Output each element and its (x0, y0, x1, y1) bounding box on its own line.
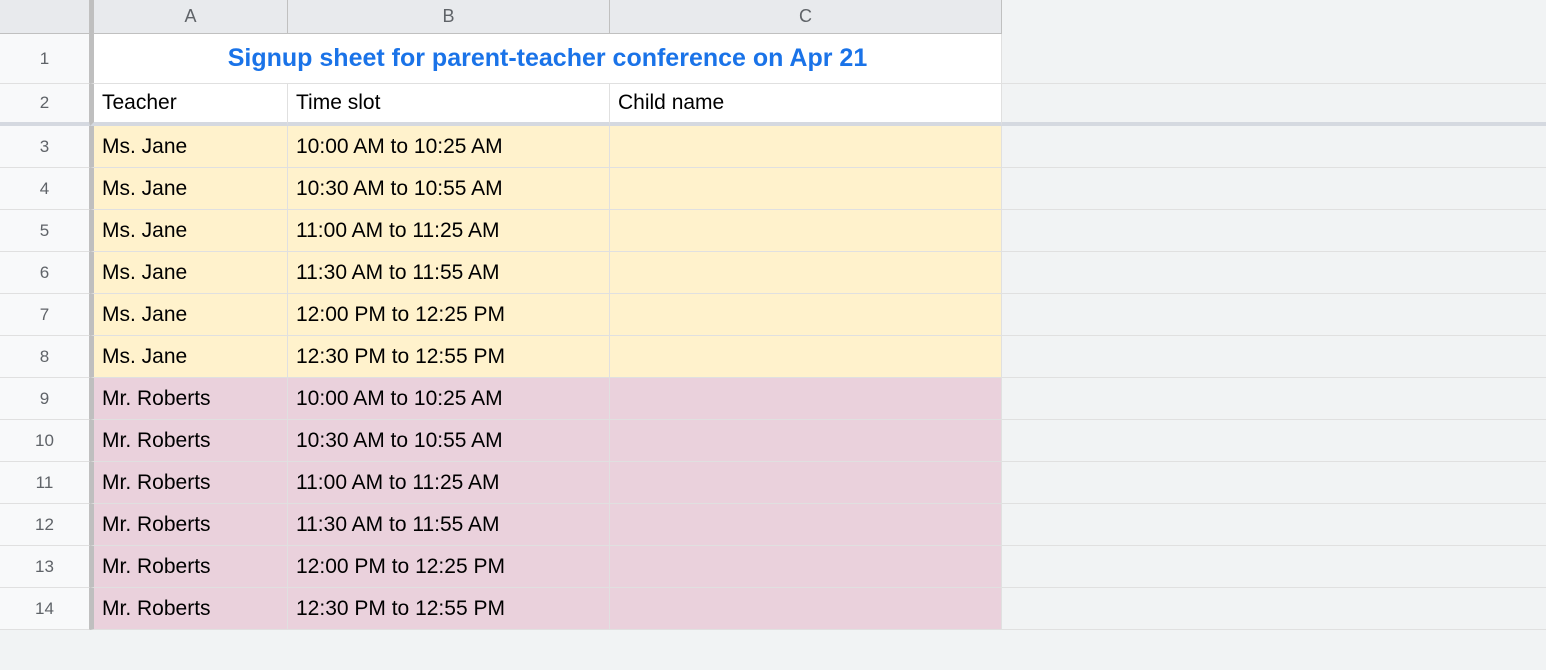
cell-b13[interactable]: 12:00 PM to 12:25 PM (288, 546, 610, 588)
empty-right-10 (1002, 420, 1546, 462)
cell-a13[interactable]: Mr. Roberts (90, 546, 288, 588)
cell-c6[interactable] (610, 252, 1002, 294)
row-header-8[interactable]: 8 (0, 336, 90, 378)
cell-c5[interactable] (610, 210, 1002, 252)
cell-c13[interactable] (610, 546, 1002, 588)
row-header-2[interactable]: 2 (0, 84, 90, 126)
empty-right-3 (1002, 126, 1546, 168)
cell-b14[interactable]: 12:30 PM to 12:55 PM (288, 588, 610, 630)
cell-c7[interactable] (610, 294, 1002, 336)
row-header-14[interactable]: 14 (0, 588, 90, 630)
cell-a5[interactable]: Ms. Jane (90, 210, 288, 252)
empty-right-12 (1002, 504, 1546, 546)
cell-a8[interactable]: Ms. Jane (90, 336, 288, 378)
cell-b4[interactable]: 10:30 AM to 10:55 AM (288, 168, 610, 210)
row-header-7[interactable]: 7 (0, 294, 90, 336)
title-cell[interactable]: Signup sheet for parent-teacher conferen… (90, 34, 1002, 84)
cell-b3[interactable]: 10:00 AM to 10:25 AM (288, 126, 610, 168)
col-header-a[interactable]: A (90, 0, 288, 34)
cell-b11[interactable]: 11:00 AM to 11:25 AM (288, 462, 610, 504)
row-header-12[interactable]: 12 (0, 504, 90, 546)
col-header-b[interactable]: B (288, 0, 610, 34)
cell-a10[interactable]: Mr. Roberts (90, 420, 288, 462)
cell-c9[interactable] (610, 378, 1002, 420)
empty-right-13 (1002, 546, 1546, 588)
row-header-4[interactable]: 4 (0, 168, 90, 210)
cell-b8[interactable]: 12:30 PM to 12:55 PM (288, 336, 610, 378)
cell-b2[interactable]: Time slot (288, 84, 610, 126)
cell-c8[interactable] (610, 336, 1002, 378)
cell-a2[interactable]: Teacher (90, 84, 288, 126)
cell-a6[interactable]: Ms. Jane (90, 252, 288, 294)
empty-right-9 (1002, 378, 1546, 420)
cell-b7[interactable]: 12:00 PM to 12:25 PM (288, 294, 610, 336)
spreadsheet-grid: A B C 1 Signup sheet for parent-teacher … (0, 0, 1546, 630)
empty-right-6 (1002, 252, 1546, 294)
empty-right-1 (1002, 34, 1546, 84)
corner-cell[interactable] (0, 0, 90, 34)
cell-c14[interactable] (610, 588, 1002, 630)
cell-b9[interactable]: 10:00 AM to 10:25 AM (288, 378, 610, 420)
cell-a9[interactable]: Mr. Roberts (90, 378, 288, 420)
cell-b6[interactable]: 11:30 AM to 11:55 AM (288, 252, 610, 294)
empty-right-7 (1002, 294, 1546, 336)
cell-c3[interactable] (610, 126, 1002, 168)
cell-c2[interactable]: Child name (610, 84, 1002, 126)
row-header-9[interactable]: 9 (0, 378, 90, 420)
row-header-1[interactable]: 1 (0, 34, 90, 84)
cell-b10[interactable]: 10:30 AM to 10:55 AM (288, 420, 610, 462)
row-header-6[interactable]: 6 (0, 252, 90, 294)
empty-right-11 (1002, 462, 1546, 504)
empty-right-8 (1002, 336, 1546, 378)
row-header-3[interactable]: 3 (0, 126, 90, 168)
cell-c10[interactable] (610, 420, 1002, 462)
cell-a12[interactable]: Mr. Roberts (90, 504, 288, 546)
col-header-c[interactable]: C (610, 0, 1002, 34)
empty-right-2 (1002, 84, 1546, 126)
cell-a11[interactable]: Mr. Roberts (90, 462, 288, 504)
empty-right-5 (1002, 210, 1546, 252)
row-header-11[interactable]: 11 (0, 462, 90, 504)
cell-c4[interactable] (610, 168, 1002, 210)
empty-header-right (1002, 0, 1546, 34)
cell-a3[interactable]: Ms. Jane (90, 126, 288, 168)
cell-a7[interactable]: Ms. Jane (90, 294, 288, 336)
row-header-5[interactable]: 5 (0, 210, 90, 252)
empty-right-4 (1002, 168, 1546, 210)
cell-a14[interactable]: Mr. Roberts (90, 588, 288, 630)
cell-c11[interactable] (610, 462, 1002, 504)
cell-a4[interactable]: Ms. Jane (90, 168, 288, 210)
empty-right-14 (1002, 588, 1546, 630)
row-header-10[interactable]: 10 (0, 420, 90, 462)
cell-c12[interactable] (610, 504, 1002, 546)
cell-b12[interactable]: 11:30 AM to 11:55 AM (288, 504, 610, 546)
cell-b5[interactable]: 11:00 AM to 11:25 AM (288, 210, 610, 252)
row-header-13[interactable]: 13 (0, 546, 90, 588)
